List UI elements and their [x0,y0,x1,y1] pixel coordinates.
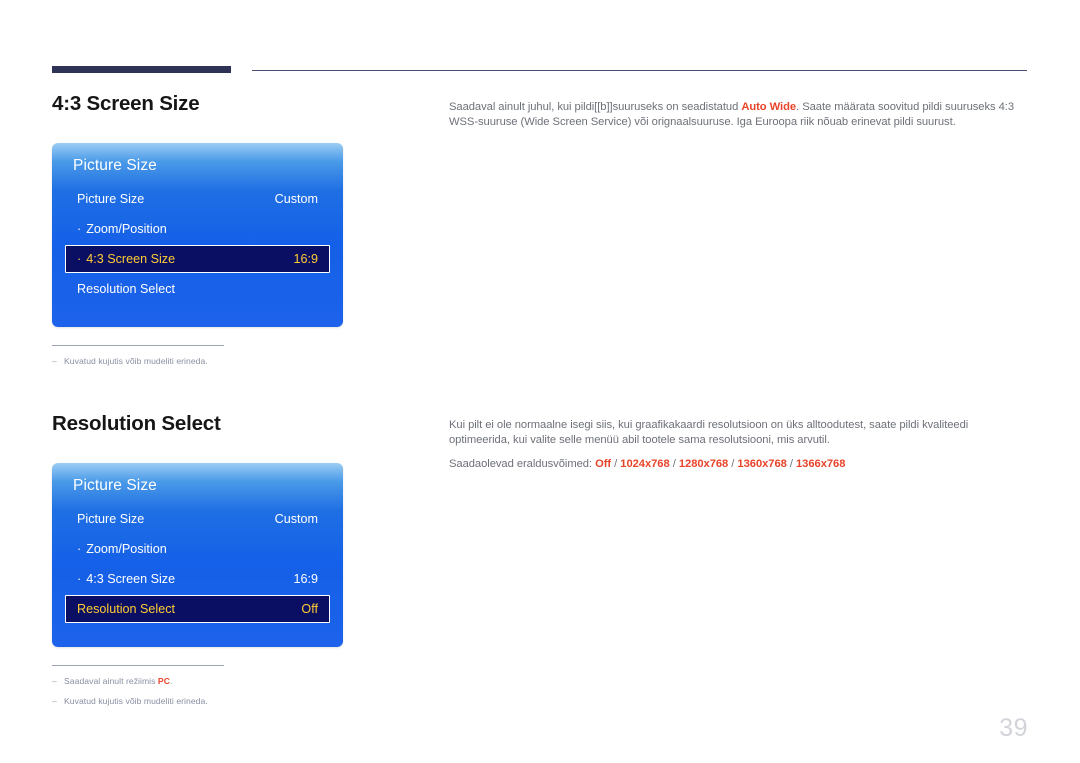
osd-row-zoom-position[interactable]: Zoom/Position [65,535,330,563]
osd-row-4-3-screen-size[interactable]: 4:3 Screen Size 16:9 [65,565,330,593]
footnote-dash-icon: – [52,356,57,366]
osd-row-resolution-select[interactable]: Resolution Select [65,275,330,303]
osd-row-resolution-select[interactable]: Resolution Select Off [65,595,330,623]
resolution-list-label: Saadaolevad eraldusvõimed: [449,458,596,470]
page-title: Resolution Select [52,412,221,435]
osd-row-label: 4:3 Screen Size [77,572,175,586]
osd-menu-picture-size: Picture Size Picture Size Custom Zoom/Po… [52,463,343,647]
osd-row-value: 16:9 [293,572,318,586]
osd-row-list: Picture Size Custom Zoom/Position 4:3 Sc… [52,505,343,623]
osd-row-zoom-position[interactable]: Zoom/Position [65,215,330,243]
osd-title: Picture Size [73,477,157,494]
resolution-option-1280x768: 1280x768 [678,458,729,470]
osd-row-picture-size[interactable]: Picture Size Custom [65,505,330,533]
page-header-rules [0,0,1080,80]
section-footnotes: – Saadaval ainult režiimis PC. – Kuvatud k… [52,665,224,715]
footnote-dash-icon: – [52,696,57,706]
section-body-copy: Kui pilt ei ole normaalne isegi siis, ku… [449,418,1029,472]
osd-row-list: Picture Size Custom Zoom/Position 4:3 Sc… [52,185,343,303]
footnote-divider [52,665,224,666]
osd-row-label: Picture Size [77,512,145,526]
list-separator: / [786,458,796,470]
footnote-text-after: . [169,676,173,686]
footnote-highlight-pc: PC [157,676,170,686]
copy-paragraph: Kui pilt ei ole normaalne isegi siis, ku… [449,419,969,446]
copy-highlight-auto-wide: Auto Wide [741,101,797,113]
osd-row-value: Custom [274,192,318,206]
resolution-option-1366x768: 1366x768 [796,458,846,470]
footnote-divider [52,345,224,346]
section-body-copy: Saadaval ainult juhul, kui pildi[[b]]suu… [449,100,1029,130]
osd-row-label: Resolution Select [77,602,176,616]
copy-text-part-a: Saadaval ainult juhul, kui pildi[[b]]suu… [449,101,742,113]
list-separator: / [669,458,679,470]
footnote-item: – Kuvatud kujutis võib mudeliti erineda. [52,695,224,708]
osd-row-label: Resolution Select [77,282,176,296]
list-separator: / [611,458,621,470]
header-divider-line [252,70,1027,71]
page-title: 4:3 Screen Size [52,92,200,115]
osd-row-value: Off [301,602,318,616]
osd-row-label: Zoom/Position [77,222,167,236]
osd-row-picture-size[interactable]: Picture Size Custom [65,185,330,213]
osd-title: Picture Size [73,157,157,174]
header-accent-bar [52,66,231,73]
resolution-option-off: Off [595,458,612,470]
osd-row-label: Zoom/Position [77,542,167,556]
footnote-text: Kuvatud kujutis võib mudeliti erineda. [64,356,208,366]
footnote-text: Kuvatud kujutis võib mudeliti erineda. [64,696,208,706]
resolution-option-1024x768: 1024x768 [620,458,670,470]
osd-row-value: Custom [274,512,318,526]
section-footnotes: – Kuvatud kujutis võib mudeliti erineda. [52,345,224,375]
footnote-text: Saadaval ainult režiimis [64,676,158,686]
footnote-item: – Saadaval ainult režiimis PC. [52,675,224,688]
footnote-dash-icon: – [52,676,57,686]
osd-row-4-3-screen-size[interactable]: 4:3 Screen Size 16:9 [65,245,330,273]
osd-menu-picture-size: Picture Size Picture Size Custom Zoom/Po… [52,143,343,327]
page-number: 39 [999,714,1028,742]
resolution-option-1360x768: 1360x768 [737,458,787,470]
osd-row-label: 4:3 Screen Size [77,252,175,266]
footnote-item: – Kuvatud kujutis võib mudeliti erineda. [52,355,224,368]
resolution-list: Saadaolevad eraldusvõimed: Off / 1024x76… [449,457,1029,472]
osd-row-label: Picture Size [77,192,145,206]
osd-row-value: 16:9 [293,252,318,266]
